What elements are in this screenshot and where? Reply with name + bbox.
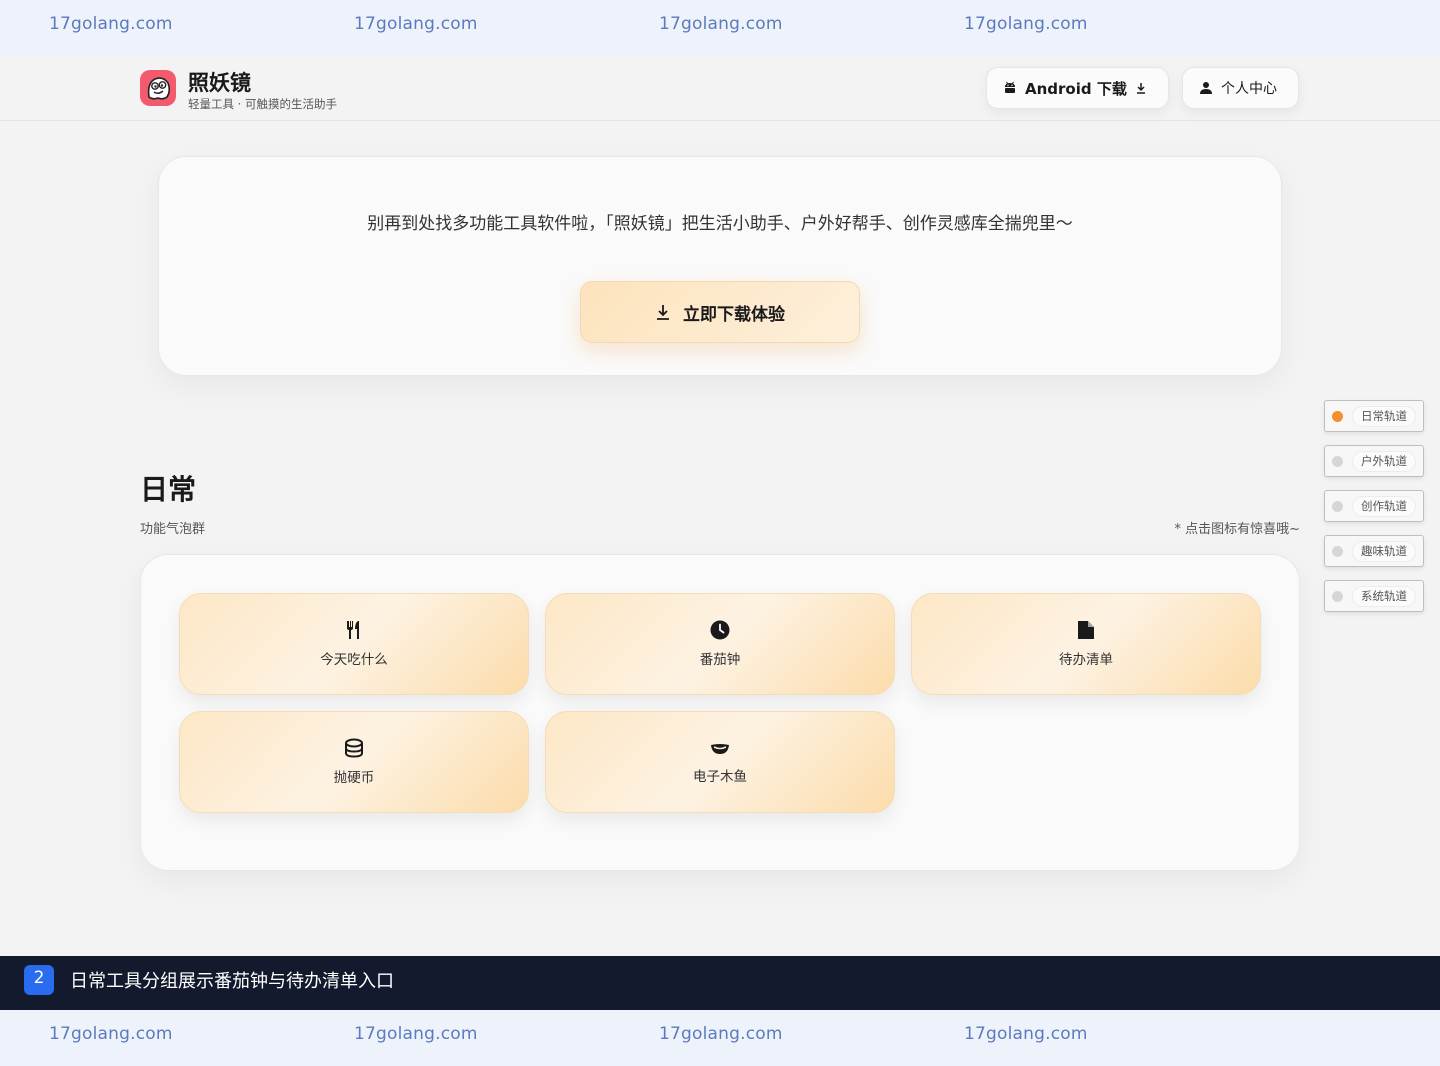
ghost-logo-icon <box>147 77 171 100</box>
site-header: 照妖镜 轻量工具 · 可触摸的生活助手 Android 下载 个人中心 <box>0 56 1440 121</box>
watermark-text: 17golang.com <box>49 1024 173 1044</box>
file-icon <box>1078 621 1094 639</box>
hero-description: 别再到处找多功能工具软件啦，「照妖镜」把生活小助手、户外好帮手、创作灵感库全揣兜… <box>367 214 1073 234</box>
watermark-text: 17golang.com <box>49 14 173 34</box>
tool-label: 抛硬币 <box>333 770 375 786</box>
caption-bar: 2 日常工具分组展示番茄钟与待办清单入口 <box>0 956 1440 1010</box>
watermark-text: 17golang.com <box>659 14 783 34</box>
coin-stack-icon <box>345 738 363 758</box>
download-cta-label: 立即下载体验 <box>683 304 785 325</box>
dot-icon <box>1332 456 1343 467</box>
watermark-band-bottom: 17golang.com 17golang.com 17golang.com 1… <box>0 1010 1440 1066</box>
rail-item-label: 创作轨道 <box>1352 496 1416 517</box>
watermark-text: 17golang.com <box>964 14 1088 34</box>
rail-item-creative[interactable]: 创作轨道 <box>1324 490 1424 522</box>
tool-label: 待办清单 <box>1059 652 1113 668</box>
clock-icon <box>710 620 730 640</box>
dot-icon <box>1332 591 1343 602</box>
user-icon <box>1200 82 1212 94</box>
download-icon <box>1136 83 1145 94</box>
rail-item-label: 趣味轨道 <box>1352 541 1416 562</box>
download-icon <box>657 305 669 320</box>
tool-card-todo-list[interactable]: 待办清单 <box>911 593 1261 695</box>
android-icon <box>1005 81 1015 93</box>
rail-item-fun[interactable]: 趣味轨道 <box>1324 535 1424 567</box>
section-subtitle: 功能气泡群 <box>140 522 206 537</box>
tool-panel: 今天吃什么 番茄钟 待办清单 抛硬币 电子木鱼 <box>140 554 1300 871</box>
rail-item-system[interactable]: 系统轨道 <box>1324 580 1424 612</box>
tool-card-coin-flip[interactable]: 抛硬币 <box>179 711 529 813</box>
rail-item-label: 户外轨道 <box>1352 451 1416 472</box>
utensils-icon <box>347 621 359 639</box>
app-name: 照妖镜 <box>188 71 251 95</box>
watermark-text: 17golang.com <box>354 14 478 34</box>
section-hint: * 点击图标有惊喜哦~ <box>1174 522 1300 537</box>
section-title: 日常 <box>140 473 197 506</box>
active-dot-icon <box>1332 411 1343 422</box>
tool-card-what-to-eat[interactable]: 今天吃什么 <box>179 593 529 695</box>
app-tagline: 轻量工具 · 可触摸的生活助手 <box>188 97 337 111</box>
watermark-text: 17golang.com <box>659 1024 783 1044</box>
hero-card: 别再到处找多功能工具软件啦，「照妖镜」把生活小助手、户外好帮手、创作灵感库全揣兜… <box>158 156 1282 376</box>
caption-text: 日常工具分组展示番茄钟与待办清单入口 <box>70 971 394 992</box>
watermark-text: 17golang.com <box>354 1024 478 1044</box>
dot-icon <box>1332 501 1343 512</box>
profile-label: 个人中心 <box>1221 81 1277 97</box>
app-logo[interactable] <box>140 70 176 106</box>
download-cta-button[interactable]: 立即下载体验 <box>580 281 860 343</box>
watermark-text: 17golang.com <box>964 1024 1088 1044</box>
dot-icon <box>1332 546 1343 557</box>
profile-button[interactable]: 个人中心 <box>1182 67 1299 109</box>
rail-item-outdoor[interactable]: 户外轨道 <box>1324 445 1424 477</box>
tool-label: 电子木鱼 <box>693 769 747 785</box>
watermark-band-top: 17golang.com 17golang.com 17golang.com 1… <box>0 0 1440 56</box>
tool-label: 番茄钟 <box>699 652 741 668</box>
rail-item-daily[interactable]: 日常轨道 <box>1324 400 1424 432</box>
android-download-label: Android 下载 <box>1025 79 1127 98</box>
rail-item-label: 系统轨道 <box>1352 586 1416 607</box>
tool-card-wooden-fish[interactable]: 电子木鱼 <box>545 711 895 813</box>
caption-index-badge: 2 <box>24 965 54 995</box>
tool-label: 今天吃什么 <box>320 652 388 668</box>
android-download-button[interactable]: Android 下载 <box>986 67 1169 109</box>
wooden-fish-icon <box>711 744 729 754</box>
tool-card-pomodoro[interactable]: 番茄钟 <box>545 593 895 695</box>
rail-item-label: 日常轨道 <box>1352 406 1416 427</box>
